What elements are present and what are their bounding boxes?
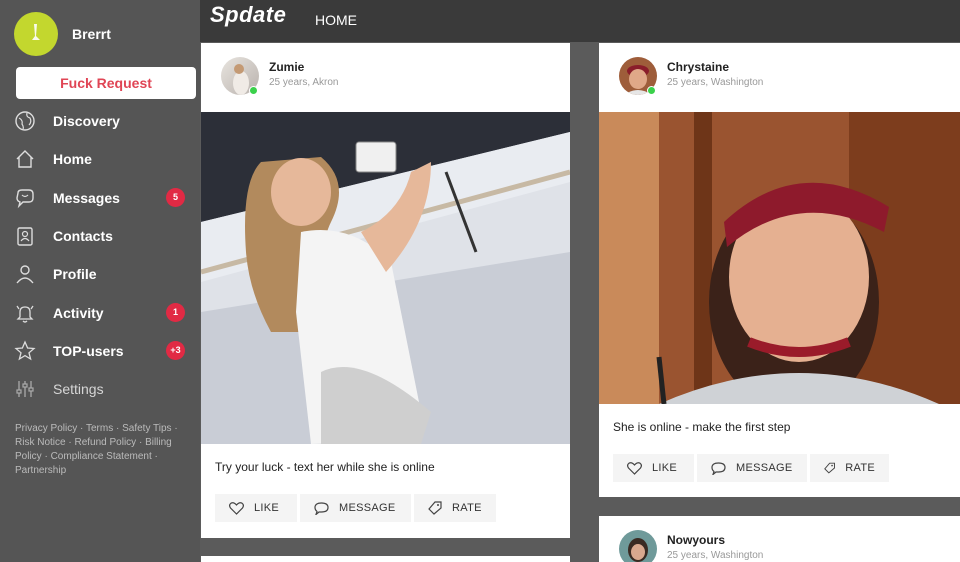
sidebar-nav: Discovery Home Messages 5 Contacts Profi… (0, 102, 200, 408)
card-caption: Try your luck - text her while she is on… (215, 460, 435, 474)
like-button[interactable]: LIKE (215, 494, 297, 522)
message-label: MESSAGE (736, 462, 793, 474)
request-button[interactable]: Fuck Request (16, 67, 196, 99)
card-meta: 25 years, Washington (667, 550, 764, 561)
messages-count-badge: 5 (166, 188, 185, 208)
user-icon (14, 263, 36, 285)
message-button[interactable]: MESSAGE (300, 494, 411, 522)
user-profile[interactable]: Brerrt (14, 12, 111, 56)
footer-link-safety[interactable]: Safety Tips (122, 423, 171, 434)
online-status-indicator (249, 86, 258, 95)
sidebar-item-settings[interactable]: Settings (0, 370, 200, 408)
activity-count-badge: 1 (166, 303, 185, 323)
tag-icon (824, 462, 835, 474)
footer-link-partnership[interactable]: Partnership (15, 465, 66, 476)
card-header: Nowyours 25 years, Washington (599, 516, 960, 562)
star-icon (14, 340, 36, 362)
rate-label: RATE (845, 462, 875, 474)
footer-link-refund[interactable]: Refund Policy (74, 437, 136, 448)
card-caption: She is online - make the first step (613, 420, 791, 434)
sliders-icon (14, 378, 36, 400)
card-actions: LIKE MESSAGE RATE (613, 454, 892, 482)
sidebar-item-label: Messages (53, 189, 120, 206)
profile-card: Chrystaine 25 years, Washington She is o… (599, 43, 960, 497)
sidebar-item-label: Contacts (53, 228, 113, 245)
card-header: Chrystaine 25 years, Washington (599, 43, 960, 111)
profile-photo[interactable] (201, 112, 570, 444)
online-status-indicator (647, 86, 656, 95)
footer-link-compliance[interactable]: Compliance Statement (51, 451, 152, 462)
rate-label: RATE (452, 502, 482, 514)
like-button[interactable]: LIKE (613, 454, 694, 482)
sidebar-item-label: Settings (53, 381, 104, 398)
like-label: LIKE (652, 462, 678, 474)
sidebar-item-home[interactable]: Home (0, 140, 200, 178)
card-name[interactable]: Zumie (269, 60, 304, 74)
sidebar-item-label: TOP-users (53, 342, 124, 359)
home-icon (14, 148, 36, 170)
card-name[interactable]: Chrystaine (667, 60, 729, 74)
message-button[interactable]: MESSAGE (697, 454, 807, 482)
sidebar-item-profile[interactable]: Profile (0, 255, 200, 293)
chat-icon (14, 187, 36, 209)
sidebar-item-messages[interactable]: Messages 5 (0, 179, 200, 217)
footer-link-terms[interactable]: Terms (86, 423, 113, 434)
card-avatar[interactable] (619, 530, 657, 562)
card-meta: 25 years, Washington (667, 77, 764, 88)
globe-icon (14, 110, 36, 132)
sidebar-item-contacts[interactable]: Contacts (0, 217, 200, 255)
profile-card: Nowyours 25 years, Washington (599, 516, 960, 562)
card-header: Zumie 25 years, Akron (201, 43, 570, 111)
footer-links: Privacy Policy · Terms · Safety Tips · R… (15, 423, 178, 476)
card-meta: 25 years, Akron (269, 77, 339, 88)
nav-home-link[interactable]: HOME (315, 12, 357, 28)
heart-icon (229, 501, 244, 515)
sidebar-item-label: Home (53, 151, 92, 168)
profile-card (201, 556, 570, 562)
footer-link-privacy[interactable]: Privacy Policy (15, 423, 77, 434)
username: Brerrt (72, 26, 111, 42)
sidebar: Brerrt Fuck Request Discovery Home Messa… (0, 0, 200, 562)
footer-link-risk[interactable]: Risk Notice (15, 437, 66, 448)
heart-icon (627, 461, 642, 475)
sidebar-item-activity[interactable]: Activity 1 (0, 293, 200, 331)
tag-icon (428, 501, 442, 515)
sidebar-item-label: Activity (53, 304, 104, 321)
like-label: LIKE (254, 502, 280, 514)
bell-icon (14, 302, 36, 324)
rate-button[interactable]: RATE (414, 494, 496, 522)
sidebar-item-label: Profile (53, 266, 97, 283)
chat-bubble-icon (711, 461, 726, 475)
profile-card: Zumie 25 years, Akron Try your luck - te… (201, 43, 570, 538)
profile-photo[interactable] (599, 112, 960, 404)
contacts-icon (14, 225, 36, 247)
chat-bubble-icon (314, 501, 329, 515)
top-users-count-badge: +3 (166, 341, 185, 361)
card-name[interactable]: Nowyours (667, 533, 725, 547)
card-actions: LIKE MESSAGE RATE (215, 494, 499, 522)
sidebar-item-top-users[interactable]: TOP-users +3 (0, 332, 200, 370)
message-label: MESSAGE (339, 502, 396, 514)
top-header: Spdate HOME (200, 0, 960, 42)
sidebar-item-label: Discovery (53, 113, 120, 130)
user-avatar-icon (32, 24, 40, 40)
avatar[interactable] (14, 12, 58, 56)
rate-button[interactable]: RATE (810, 454, 889, 482)
logo[interactable]: Spdate (210, 2, 286, 28)
sidebar-item-discovery[interactable]: Discovery (0, 102, 200, 140)
